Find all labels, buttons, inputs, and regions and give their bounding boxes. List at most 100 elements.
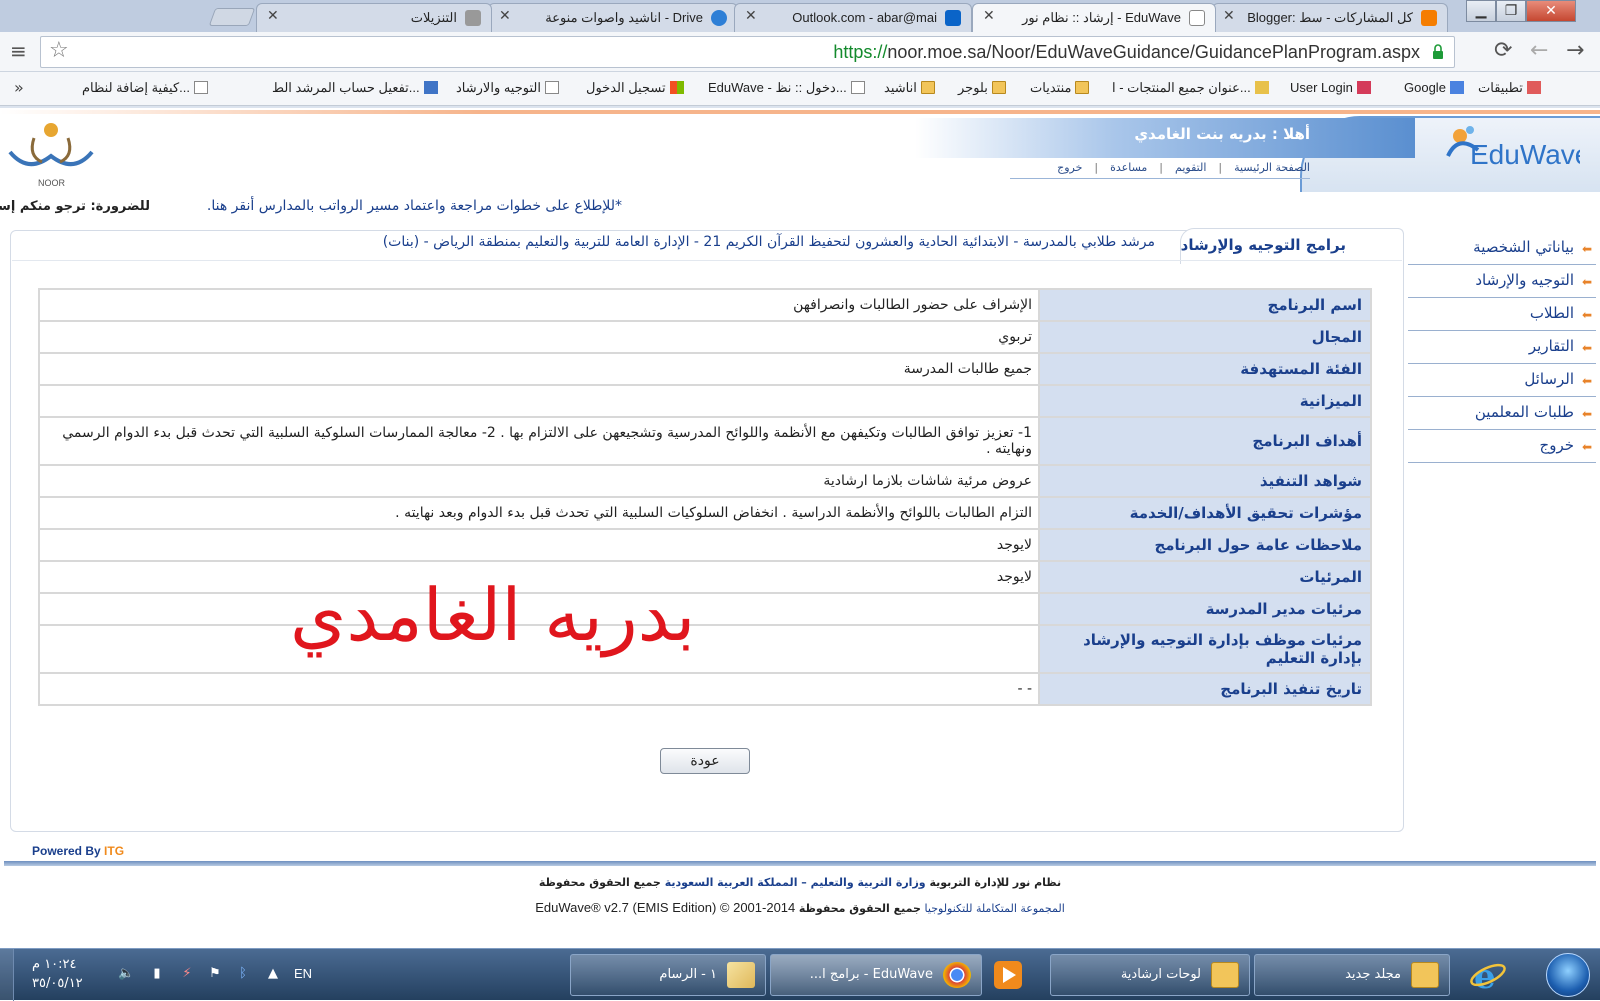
nav-calendar-link[interactable]: التقويم [1175,161,1206,174]
table-row: المرئيات لايوجد [38,560,1372,594]
table-row: اسم البرنامج الإشراف على حضور الطالبات وا… [38,288,1372,322]
new-tab-button[interactable] [208,8,256,26]
notice-text: للضرورة: ترجو منكم إسنا [0,199,150,214]
bookmark-blogger[interactable]: بلوجر [958,80,1006,96]
table-row: مرئيات موظف بإدارة التوجيه والإرشاد بإدا… [38,624,1372,674]
page-icon [544,81,559,94]
table-row: الميزانية [38,384,1372,418]
bookmark-guidance[interactable]: التوجيه والارشاد [456,80,559,96]
bookmark-user-login[interactable]: User Login [1290,80,1371,95]
arrow-left-icon: ⬅ [1581,374,1592,388]
bookmark-star-icon[interactable]: ☆ [49,38,69,63]
field-value: التزام الطالبات باللوائح والأنظمة الدراس… [38,496,1040,530]
close-icon[interactable]: ✕ [1223,8,1235,24]
volume-icon[interactable]: 🔈 [118,967,134,981]
language-indicator[interactable]: EN [294,966,312,981]
window-close-button[interactable]: ✕ [1526,0,1576,22]
eduwave-logo: EduWave [1446,126,1580,170]
start-button[interactable] [1546,953,1590,997]
sidebar-item-messages[interactable]: ⬅ الرسائل [1408,364,1596,397]
back-arrow-icon[interactable]: ← [1530,38,1548,63]
field-label: الفئة المستهدفة [1038,352,1372,386]
internet-explorer-icon[interactable]: e [1468,955,1508,995]
browser-toolbar: ≡ ☆ https://noor.moe.sa/Noor/EduWaveGuid… [0,32,1600,72]
nav-logout-link[interactable]: خروج [1057,161,1082,174]
header-stripe [0,110,1600,114]
bookmark-google[interactable]: Google [1404,80,1464,95]
bookmarks-more-button[interactable]: » [14,78,24,97]
field-value: الإشراف على حضور الطالبات وانصرافهن [38,288,1040,322]
menu-icon[interactable]: ≡ [10,41,28,62]
sidebar-item-teacher-requests[interactable]: ⬅ طلبات المعلمين [1408,397,1596,430]
folder-icon [991,81,1006,94]
bookmark-apps[interactable]: تطبيقات [1478,80,1541,96]
tab-downloads[interactable]: ✕ التنزيلات [256,3,492,32]
close-icon[interactable]: ✕ [745,8,757,24]
microsoft-icon [669,81,684,94]
table-row: مرئيات مدير المدرسة [38,592,1372,626]
bookmark-products[interactable]: عنوان جميع المنتجات - ا... [1112,80,1269,96]
taskbar-new-folder[interactable]: مجلد جديد [1254,954,1450,996]
close-icon[interactable]: ✕ [983,8,995,24]
bookmark-signin[interactable]: تسجيل الدخول [586,80,684,96]
folder-icon [920,81,935,94]
restore-button[interactable]: ❐ [1496,0,1526,22]
address-bar[interactable]: ☆ https://noor.moe.sa/Noor/EduWaveGuidan… [40,36,1455,68]
forward-arrow-icon[interactable]: → [1566,38,1584,63]
sidebar-item-guidance[interactable]: ⬅ التوجيه والإرشاد [1408,265,1596,298]
field-label: أهداف البرنامج [1038,416,1372,466]
bluetooth-icon[interactable]: ᛒ [236,967,250,981]
show-hidden-icons[interactable]: ▲ [266,967,280,981]
reload-icon[interactable]: ⟳ [1494,38,1512,63]
sidebar-item-reports[interactable]: ⬅ التقارير [1408,331,1596,364]
field-value: تربوي [38,320,1040,354]
taskbar-chrome-eduwave[interactable]: EduWave - برامج ا... [770,954,982,996]
clock-time[interactable]: ١٠:٢٤ م [32,957,77,972]
show-desktop-button[interactable] [0,949,14,1001]
table-row: المجال تربوي [38,320,1372,354]
chrome-icon [943,962,971,988]
bookmark-activate-account[interactable]: تفعيل حساب المرشد الط... [272,80,438,96]
bookmark-anasheed[interactable]: اناشيد [884,80,935,96]
lock-icon [1433,44,1443,59]
back-button[interactable]: عودة [660,748,750,774]
table-row: ملاحظات عامة حول البرنامج لايوجد [38,528,1372,562]
payroll-notice-link[interactable]: *للإطلاع على خطوات مراجعة واعتماد مسير ا… [207,198,622,214]
action-center-flag-icon[interactable]: ⚑ [208,967,222,981]
bookmark-how-to-add[interactable]: كيفية إضافة لنظام... [82,80,209,96]
minimize-button[interactable]: ▁ [1466,0,1496,22]
taskbar-paint[interactable]: ١ - الرسام [570,954,766,996]
sidebar-item-logout[interactable]: ⬅ خروج [1408,430,1596,463]
network-signal-icon[interactable]: ▮ [150,967,164,981]
media-player-icon[interactable] [988,955,1028,995]
url-text[interactable]: https://noor.moe.sa/Noor/EduWaveGuidance… [833,42,1420,63]
table-row: شواهد التنفيذ عروض مرئية شاشات بلازما ارش… [38,464,1372,498]
field-value [38,384,1040,418]
tab-blogger[interactable]: ✕ Blogger: كل المشاركات - سط [1212,3,1448,32]
tag-icon [1254,81,1269,94]
arrow-left-icon: ⬅ [1581,407,1592,421]
number-four-icon [423,81,438,94]
arrow-left-icon: ⬅ [1581,341,1592,355]
sidebar-item-personal-data[interactable]: ⬅ بياناتي الشخصية [1408,232,1596,265]
close-icon[interactable]: ✕ [267,8,279,24]
tab-eduwave[interactable]: ✕ إرشاد :: نظام نور - EduWave [972,3,1216,32]
close-icon[interactable]: ✕ [499,8,511,24]
field-label: اسم البرنامج [1038,288,1372,322]
bookmark-forums[interactable]: منتديات [1030,80,1090,96]
tab-outlook[interactable]: ✕ Outlook.com - abar@mai [734,3,972,32]
bookmark-eduwave-login[interactable]: EduWave - دخول :: نظ... [708,80,865,96]
tab-strip: ✕ اناشيد واصوات منوعة - Drive ✕ التنزيلا… [0,0,1600,32]
nav-home-link[interactable]: الصفحة الرئيسية [1234,161,1310,174]
tab-title: إرشاد :: نظام نور - EduWave [1022,10,1181,25]
clock-date[interactable]: ٣٥/٠٥/١٢ [32,976,83,991]
tab-drive[interactable]: ✕ اناشيد واصوات منوعة - Drive [488,3,738,32]
blogger-icon [1421,10,1437,26]
power-icon[interactable]: ⚡ [180,967,194,981]
footer-line-1: نظام نور للإدارة التربوية وزارة التربية … [538,876,1062,889]
nav-help-link[interactable]: مساعدة [1110,161,1147,174]
taskbar-guidance-boards[interactable]: لوحات ارشادية [1050,954,1250,996]
field-value: جميع طالبات المدرسة [38,352,1040,386]
sidebar-item-students[interactable]: ⬅ الطلاب [1408,298,1596,331]
download-icon [465,10,481,26]
